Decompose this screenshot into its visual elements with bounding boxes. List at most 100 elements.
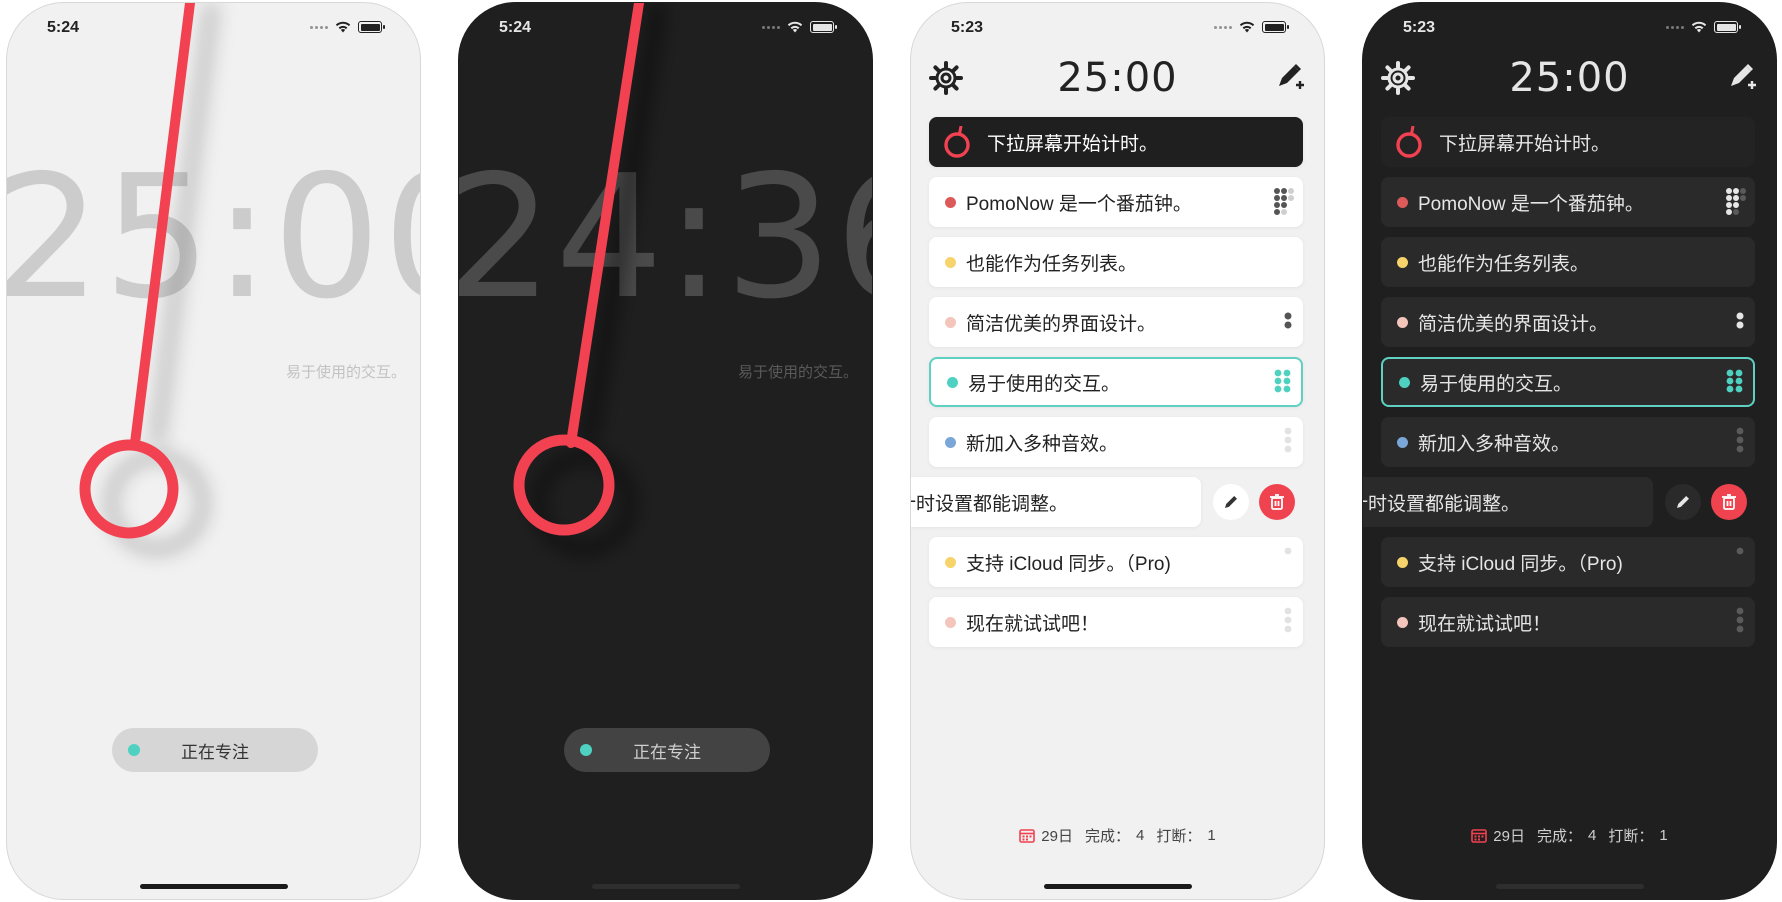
task-row[interactable]: 现在就试试吧！ <box>929 597 1303 647</box>
pull-to-start-row[interactable]: 下拉屏幕开始计时。 <box>1381 117 1755 167</box>
task-text: 简洁优美的界面设计。 <box>966 313 1157 335</box>
task-text: 也能作为任务列表。 <box>966 253 1138 275</box>
delete-task-button[interactable] <box>1711 484 1747 520</box>
add-task-pencil-icon[interactable] <box>1274 61 1306 93</box>
task-row[interactable]: 也能作为任务列表。 <box>929 237 1303 287</box>
task-row[interactable]: 支持 iCloud 同步。（Pro) <box>929 537 1303 587</box>
pomodoro-count-icon[interactable] <box>1723 303 1749 341</box>
task-dot <box>945 256 956 268</box>
task-row[interactable]: 也能作为任务列表。 <box>1381 237 1755 287</box>
task-text: 易于使用的交互。 <box>1420 373 1573 395</box>
task-text: 计时设置都能调整。 <box>911 493 1069 515</box>
status-bar: 5:23 <box>951 19 1289 39</box>
task-row[interactable]: PomoNow 是一个番茄钟。 <box>929 177 1303 227</box>
wifi-icon <box>1239 21 1255 33</box>
add-task-pencil-icon[interactable] <box>1726 61 1758 93</box>
task-text: 新加入多种音效。 <box>966 433 1119 455</box>
pull-to-start-row[interactable]: 下拉屏幕开始计时。 <box>929 117 1303 167</box>
task-dot <box>945 556 956 568</box>
task-row-swiped[interactable]: 计时设置都能调整。 <box>911 477 1201 527</box>
home-indicator <box>1495 884 1644 889</box>
task-text: 也能作为任务列表。 <box>1418 253 1590 275</box>
task-text: 易于使用的交互。 <box>968 373 1121 395</box>
phone-dark-timer: 5:24 24:36 易于使用的交互。 正在专注 <box>458 2 873 900</box>
daily-stats[interactable]: 29日 完成： 4 打断： 1 <box>911 825 1324 846</box>
phone-dark-list: 5:23 25:00 下拉屏幕开始计时。 PomoNow 是一个番茄钟。 也能作… <box>1362 2 1777 900</box>
edit-task-button[interactable] <box>1665 484 1701 520</box>
home-indicator <box>1043 884 1192 889</box>
pomodoro-count-icon[interactable] <box>1271 183 1297 221</box>
edit-icon <box>1677 496 1689 508</box>
task-dot <box>945 436 956 448</box>
task-row[interactable]: PomoNow 是一个番茄钟。 <box>1381 177 1755 227</box>
task-text: 支持 iCloud 同步。（Pro) <box>1418 553 1623 575</box>
task-text: 新加入多种音效。 <box>1418 433 1571 455</box>
task-row-selected[interactable]: 易于使用的交互。 <box>929 357 1303 407</box>
pomodoro-count-icon[interactable] <box>1723 423 1749 461</box>
task-row-swiped[interactable]: 计时设置都能调整。 <box>1363 477 1653 527</box>
pomodoro-count-icon[interactable] <box>1723 543 1749 581</box>
focus-status-pill[interactable]: 正在专注 <box>564 728 770 772</box>
pomodoro-count-icon[interactable] <box>1269 363 1295 401</box>
battery-icon <box>1262 21 1289 33</box>
task-text: PomoNow 是一个番茄钟。 <box>966 193 1192 215</box>
pendulum-needle[interactable] <box>7 3 421 703</box>
task-row-selected[interactable]: 易于使用的交互。 <box>1381 357 1755 407</box>
task-row[interactable]: 新加入多种音效。 <box>929 417 1303 467</box>
status-bar: 5:23 <box>1403 19 1741 39</box>
edit-task-button[interactable] <box>1213 484 1249 520</box>
task-text: PomoNow 是一个番茄钟。 <box>1418 193 1644 215</box>
task-dot <box>945 616 956 628</box>
stats-done-label: 完成： <box>1536 828 1582 845</box>
task-dot <box>1397 616 1408 628</box>
task-dot <box>1397 196 1408 208</box>
battery-icon <box>1714 21 1741 33</box>
wifi-icon <box>1691 21 1707 33</box>
pomodoro-count-icon[interactable] <box>1271 423 1297 461</box>
task-text: 简洁优美的界面设计。 <box>1418 313 1609 335</box>
task-text: 计时设置都能调整。 <box>1363 493 1521 515</box>
daily-stats[interactable]: 29日 完成： 4 打断： 1 <box>1363 825 1776 846</box>
task-dot <box>945 316 956 328</box>
pomodoro-count-icon[interactable] <box>1271 303 1297 341</box>
home-indicator <box>591 884 740 889</box>
phone-light-list: 5:23 25:00 下拉屏幕开始计时。 PomoNow 是一个番茄钟。 也能作… <box>910 2 1325 900</box>
task-dot <box>1399 376 1410 388</box>
stats-done-value: 4 <box>1588 827 1597 844</box>
stats-done-value: 4 <box>1136 827 1145 844</box>
top-bar: 25:00 <box>929 55 1306 103</box>
status-time: 5:23 <box>1403 19 1436 36</box>
pomodoro-count-icon[interactable] <box>1271 543 1297 581</box>
pomodoro-count-icon[interactable] <box>1721 363 1747 401</box>
status-icons <box>1214 21 1289 33</box>
pendulum-needle[interactable] <box>459 3 873 703</box>
focus-status-pill[interactable]: 正在专注 <box>112 728 318 772</box>
trash-icon <box>1270 494 1284 510</box>
task-row[interactable]: 简洁优美的界面设计。 <box>929 297 1303 347</box>
focus-dot <box>128 744 140 756</box>
header-task-text: 下拉屏幕开始计时。 <box>987 133 1159 155</box>
pomodoro-count-icon[interactable] <box>1723 183 1749 221</box>
delete-task-button[interactable] <box>1259 484 1295 520</box>
pomodoro-count-icon[interactable] <box>1271 603 1297 641</box>
focus-label: 正在专注 <box>181 742 249 762</box>
stats-date: 29日 <box>1493 828 1525 845</box>
status-icons <box>1666 21 1741 33</box>
home-indicator <box>139 884 288 889</box>
stats-interrupt-value: 1 <box>1659 827 1668 844</box>
task-row[interactable]: 支持 iCloud 同步。（Pro) <box>1381 537 1755 587</box>
focus-label: 正在专注 <box>633 742 701 762</box>
task-row[interactable]: 新加入多种音效。 <box>1381 417 1755 467</box>
task-row[interactable]: 现在就试试吧！ <box>1381 597 1755 647</box>
pomodoro-count-icon[interactable] <box>1723 603 1749 641</box>
timer-display: 25:00 <box>1509 55 1630 101</box>
edit-icon <box>1225 496 1237 508</box>
stats-date: 29日 <box>1041 828 1073 845</box>
task-row[interactable]: 简洁优美的界面设计。 <box>1381 297 1755 347</box>
stats-interrupt-label: 打断： <box>1156 828 1202 845</box>
task-text: 支持 iCloud 同步。（Pro) <box>966 553 1171 575</box>
calendar-icon <box>1471 829 1488 843</box>
stats-done-label: 完成： <box>1084 828 1130 845</box>
status-time: 5:23 <box>951 19 984 36</box>
phone-light-timer: 5:24 25:00 易于使用的交互。 正在专注 <box>6 2 421 900</box>
